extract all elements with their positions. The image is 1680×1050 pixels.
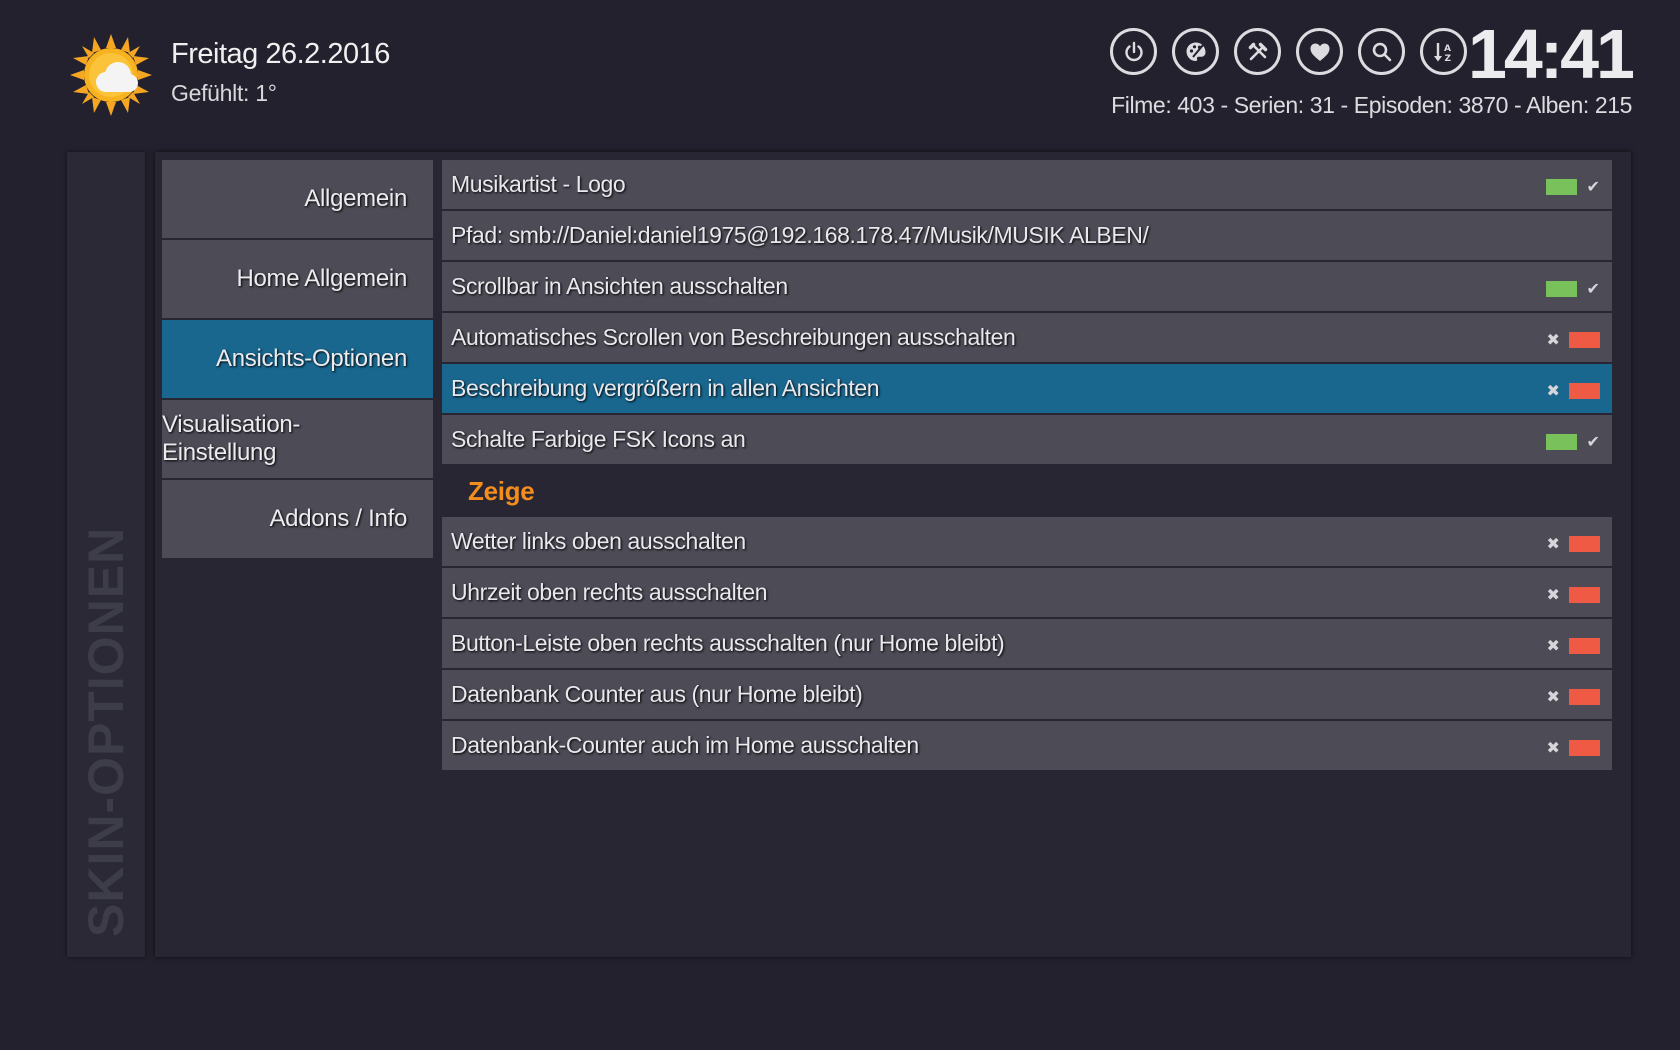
toggle-off[interactable]: ✖ bbox=[1546, 585, 1600, 605]
cross-icon: ✖ bbox=[1546, 536, 1560, 553]
section-header: Zeige bbox=[468, 476, 535, 506]
toggle-off[interactable]: ✖ bbox=[1546, 534, 1600, 554]
category-ansichts-optionen[interactable]: Ansichts-Optionen bbox=[162, 320, 433, 398]
skin-settings-button[interactable] bbox=[1172, 28, 1219, 75]
option-auto-scroll[interactable]: Automatisches Scrollen von Beschreibunge… bbox=[442, 313, 1612, 362]
toggle-off[interactable]: ✖ bbox=[1546, 636, 1600, 656]
toggle-on[interactable]: ✔ bbox=[1546, 177, 1600, 197]
toggle-on[interactable]: ✔ bbox=[1546, 279, 1600, 299]
side-label-panel: SKIN-OPTIONEN bbox=[67, 152, 145, 957]
option-musikartist-logo[interactable]: Musikartist - Logo ✔ bbox=[442, 160, 1612, 209]
toggle-off[interactable]: ✖ bbox=[1546, 381, 1600, 401]
check-icon: ✔ bbox=[1586, 179, 1600, 196]
toggle-off[interactable]: ✖ bbox=[1546, 330, 1600, 350]
switch-off bbox=[1569, 332, 1600, 348]
clock: 14:41 bbox=[1467, 15, 1635, 93]
cross-icon: ✖ bbox=[1546, 383, 1560, 400]
option-uhrzeit[interactable]: Uhrzeit oben rechts ausschalten ✖ bbox=[442, 568, 1612, 617]
options-list: Musikartist - Logo ✔ Pfad: smb://Daniel:… bbox=[442, 160, 1612, 772]
option-label: Schalte Farbige FSK Icons an bbox=[451, 426, 746, 452]
toggle-off[interactable]: ✖ bbox=[1546, 738, 1600, 758]
search-button[interactable] bbox=[1358, 28, 1405, 75]
option-datenbank-counter[interactable]: Datenbank Counter aus (nur Home bleibt) … bbox=[442, 670, 1612, 719]
svg-text:A: A bbox=[1444, 44, 1451, 54]
switch-off bbox=[1569, 689, 1600, 705]
feels-like-label: Gefühlt: 1° bbox=[171, 80, 277, 106]
toggle-off[interactable]: ✖ bbox=[1546, 687, 1600, 707]
side-label: SKIN-OPTIONEN bbox=[78, 526, 134, 937]
favourites-button[interactable] bbox=[1296, 28, 1343, 75]
cross-icon: ✖ bbox=[1546, 638, 1560, 655]
option-button-leiste[interactable]: Button-Leiste oben rechts ausschalten (n… bbox=[442, 619, 1612, 668]
settings-button[interactable] bbox=[1234, 28, 1281, 75]
switch-off bbox=[1569, 638, 1600, 654]
database-counter: Filme: 403 - Serien: 31 - Episoden: 3870… bbox=[1111, 92, 1632, 118]
palette-icon bbox=[1186, 42, 1205, 61]
sort-az-icon: A Z bbox=[1433, 42, 1451, 64]
category-visualisation[interactable]: Visualisation-Einstellung bbox=[162, 400, 433, 478]
option-datenbank-counter-home[interactable]: Datenbank-Counter auch im Home ausschalt… bbox=[442, 721, 1612, 770]
toggle-on[interactable]: ✔ bbox=[1546, 432, 1600, 452]
switch-on bbox=[1546, 179, 1577, 195]
option-label: Wetter links oben ausschalten bbox=[451, 528, 746, 554]
check-icon: ✔ bbox=[1586, 281, 1600, 298]
cross-icon: ✖ bbox=[1546, 587, 1560, 604]
option-label: Button-Leiste oben rechts ausschalten (n… bbox=[451, 630, 1005, 656]
power-button[interactable] bbox=[1110, 28, 1157, 75]
switch-off bbox=[1569, 383, 1600, 399]
option-label: Musikartist - Logo bbox=[451, 171, 626, 197]
switch-on bbox=[1546, 434, 1577, 450]
sort-button[interactable]: A Z bbox=[1420, 28, 1467, 75]
switch-on bbox=[1546, 281, 1577, 297]
cross-icon: ✖ bbox=[1546, 332, 1560, 349]
top-button-bar: A Z bbox=[1110, 28, 1467, 76]
check-icon: ✔ bbox=[1586, 434, 1600, 451]
option-wetter[interactable]: Wetter links oben ausschalten ✖ bbox=[442, 517, 1612, 566]
heart-icon bbox=[1310, 43, 1329, 61]
category-list: Allgemein Home Allgemein Ansichts-Option… bbox=[162, 160, 433, 560]
weather-icon bbox=[70, 34, 152, 116]
cross-icon: ✖ bbox=[1546, 740, 1560, 757]
option-label: Automatisches Scrollen von Beschreibunge… bbox=[451, 324, 1016, 350]
option-path[interactable]: Pfad: smb://Daniel:daniel1975@192.168.17… bbox=[442, 211, 1612, 260]
power-icon bbox=[1124, 41, 1143, 61]
tools-icon bbox=[1248, 42, 1267, 60]
option-label: Scrollbar in Ansichten ausschalten bbox=[451, 273, 788, 299]
switch-off bbox=[1569, 587, 1600, 603]
option-label: Beschreibung vergrößern in allen Ansicht… bbox=[451, 375, 880, 401]
option-label: Datenbank Counter aus (nur Home bleibt) bbox=[451, 681, 863, 707]
switch-off bbox=[1569, 740, 1600, 756]
category-addons-info[interactable]: Addons / Info bbox=[162, 480, 433, 558]
cross-icon: ✖ bbox=[1546, 689, 1560, 706]
category-home-allgemein[interactable]: Home Allgemein bbox=[162, 240, 433, 318]
svg-text:Z: Z bbox=[1444, 54, 1451, 64]
option-scrollbar[interactable]: Scrollbar in Ansichten ausschalten ✔ bbox=[442, 262, 1612, 311]
option-beschreibung-vergroessern[interactable]: Beschreibung vergrößern in allen Ansicht… bbox=[442, 364, 1612, 413]
option-label: Pfad: smb://Daniel:daniel1975@192.168.17… bbox=[451, 222, 1149, 248]
option-label: Datenbank-Counter auch im Home ausschalt… bbox=[451, 732, 919, 758]
option-label: Uhrzeit oben rechts ausschalten bbox=[451, 579, 768, 605]
date-label: Freitag 26.2.2016 bbox=[171, 38, 390, 70]
category-allgemein[interactable]: Allgemein bbox=[162, 160, 433, 238]
switch-off bbox=[1569, 536, 1600, 552]
search-icon bbox=[1372, 42, 1391, 61]
option-fsk-icons[interactable]: Schalte Farbige FSK Icons an ✔ bbox=[442, 415, 1612, 464]
